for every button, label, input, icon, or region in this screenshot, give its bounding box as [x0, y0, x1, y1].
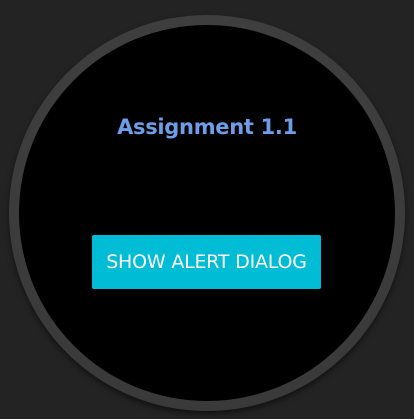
show-alert-dialog-button[interactable]: SHOW ALERT DIALOG [92, 235, 321, 289]
page-title: Assignment 1.1 [117, 115, 297, 139]
watch-screen: Assignment 1.1 SHOW ALERT DIALOG [19, 25, 395, 401]
